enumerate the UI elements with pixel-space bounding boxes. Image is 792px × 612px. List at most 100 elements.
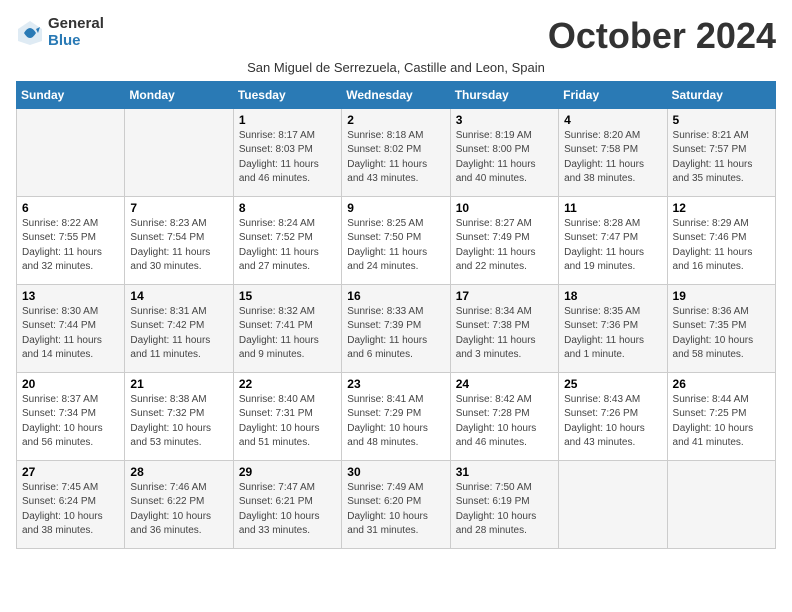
calendar-cell: 18Sunrise: 8:35 AM Sunset: 7:36 PM Dayli…: [559, 284, 667, 372]
day-number: 16: [347, 289, 444, 303]
calendar-cell: 8 Sunrise: 8:24 AM Sunset: 7:52 PM Daylig…: [233, 196, 341, 284]
calendar-cell: 19 Sunrise: 8:36 AM Sunset: 7:35 PM Dayli…: [667, 284, 775, 372]
logo-icon: [16, 19, 44, 47]
weekday-header-tuesday: Tuesday: [233, 81, 341, 108]
day-number: 30: [347, 465, 444, 479]
calendar-week-5: 27Sunrise: 7:45 AM Sunset: 6:24 PM Dayli…: [17, 460, 776, 548]
calendar-cell: 20 Sunrise: 8:37 AM Sunset: 7:34 PM Dayli…: [17, 372, 125, 460]
calendar-cell: 23 Sunrise: 8:41 AM Sunset: 7:29 PM Dayli…: [342, 372, 450, 460]
day-number: 10: [456, 201, 553, 215]
day-number: 15: [239, 289, 336, 303]
title-area: October 2024: [548, 16, 776, 56]
day-detail: Sunrise: 8:37 AM Sunset: 7:34 PM Dayligh…: [22, 394, 103, 449]
calendar-cell: 24 Sunrise: 8:42 AM Sunset: 7:28 PM Dayli…: [450, 372, 558, 460]
day-number: 23: [347, 377, 444, 391]
day-detail: Sunrise: 8:23 AM Sunset: 7:54 PM Dayligh…: [130, 218, 210, 273]
logo-blue: Blue: [48, 33, 104, 50]
day-detail: Sunrise: 8:17 AM Sunset: 8:03 PM Dayligh…: [239, 130, 319, 185]
day-detail: Sunrise: 7:46 AM Sunset: 6:22 PM Dayligh…: [130, 482, 211, 537]
weekday-header-thursday: Thursday: [450, 81, 558, 108]
calendar-week-1: 1 Sunrise: 8:17 AM Sunset: 8:03 PM Daylig…: [17, 108, 776, 196]
day-number: 17: [456, 289, 553, 303]
calendar-cell: 3 Sunrise: 8:19 AM Sunset: 8:00 PM Daylig…: [450, 108, 558, 196]
day-number: 1: [239, 113, 336, 127]
day-number: 7: [130, 201, 227, 215]
day-detail: Sunrise: 8:35 AM Sunset: 7:36 PM Dayligh…: [564, 306, 644, 361]
day-number: 31: [456, 465, 553, 479]
calendar-week-2: 6Sunrise: 8:22 AM Sunset: 7:55 PM Daylig…: [17, 196, 776, 284]
day-number: 2: [347, 113, 444, 127]
day-number: 26: [673, 377, 770, 391]
day-detail: Sunrise: 8:27 AM Sunset: 7:49 PM Dayligh…: [456, 218, 536, 273]
day-number: 22: [239, 377, 336, 391]
day-number: 24: [456, 377, 553, 391]
calendar-cell: 12Sunrise: 8:29 AM Sunset: 7:46 PM Dayli…: [667, 196, 775, 284]
calendar-cell: 17 Sunrise: 8:34 AM Sunset: 7:38 PM Dayli…: [450, 284, 558, 372]
calendar-cell: 13Sunrise: 8:30 AM Sunset: 7:44 PM Dayli…: [17, 284, 125, 372]
calendar-cell: [559, 460, 667, 548]
calendar-cell: 26 Sunrise: 8:44 AM Sunset: 7:25 PM Dayli…: [667, 372, 775, 460]
calendar-cell: 21Sunrise: 8:38 AM Sunset: 7:32 PM Dayli…: [125, 372, 233, 460]
day-detail: Sunrise: 8:18 AM Sunset: 8:02 PM Dayligh…: [347, 130, 427, 185]
day-detail: Sunrise: 8:33 AM Sunset: 7:39 PM Dayligh…: [347, 306, 427, 361]
day-detail: Sunrise: 8:32 AM Sunset: 7:41 PM Dayligh…: [239, 306, 319, 361]
calendar-week-3: 13Sunrise: 8:30 AM Sunset: 7:44 PM Dayli…: [17, 284, 776, 372]
calendar-cell: 9 Sunrise: 8:25 AM Sunset: 7:50 PM Daylig…: [342, 196, 450, 284]
weekday-header-saturday: Saturday: [667, 81, 775, 108]
day-number: 28: [130, 465, 227, 479]
day-number: 25: [564, 377, 661, 391]
day-number: 9: [347, 201, 444, 215]
day-number: 8: [239, 201, 336, 215]
weekday-header-row: SundayMondayTuesdayWednesdayThursdayFrid…: [17, 81, 776, 108]
calendar-cell: 25 Sunrise: 8:43 AM Sunset: 7:26 PM Dayli…: [559, 372, 667, 460]
day-detail: Sunrise: 8:40 AM Sunset: 7:31 PM Dayligh…: [239, 394, 320, 449]
calendar-cell: 30 Sunrise: 7:49 AM Sunset: 6:20 PM Dayli…: [342, 460, 450, 548]
day-detail: Sunrise: 7:49 AM Sunset: 6:20 PM Dayligh…: [347, 482, 428, 537]
calendar-week-4: 20 Sunrise: 8:37 AM Sunset: 7:34 PM Dayli…: [17, 372, 776, 460]
calendar-cell: 7 Sunrise: 8:23 AM Sunset: 7:54 PM Daylig…: [125, 196, 233, 284]
location-subtitle: San Miguel de Serrezuela, Castille and L…: [16, 60, 776, 75]
month-title: October 2024: [548, 16, 776, 56]
calendar-cell: 2 Sunrise: 8:18 AM Sunset: 8:02 PM Daylig…: [342, 108, 450, 196]
day-detail: Sunrise: 8:25 AM Sunset: 7:50 PM Dayligh…: [347, 218, 427, 273]
day-detail: Sunrise: 7:45 AM Sunset: 6:24 PM Dayligh…: [22, 482, 103, 537]
day-number: 20: [22, 377, 119, 391]
day-number: 19: [673, 289, 770, 303]
day-detail: Sunrise: 8:24 AM Sunset: 7:52 PM Dayligh…: [239, 218, 319, 273]
day-detail: Sunrise: 8:44 AM Sunset: 7:25 PM Dayligh…: [673, 394, 754, 449]
day-detail: Sunrise: 8:43 AM Sunset: 7:26 PM Dayligh…: [564, 394, 645, 449]
day-number: 11: [564, 201, 661, 215]
day-detail: Sunrise: 8:22 AM Sunset: 7:55 PM Dayligh…: [22, 218, 102, 273]
weekday-header-wednesday: Wednesday: [342, 81, 450, 108]
day-number: 29: [239, 465, 336, 479]
calendar-cell: 29Sunrise: 7:47 AM Sunset: 6:21 PM Dayli…: [233, 460, 341, 548]
day-detail: Sunrise: 8:19 AM Sunset: 8:00 PM Dayligh…: [456, 130, 536, 185]
day-detail: Sunrise: 8:21 AM Sunset: 7:57 PM Dayligh…: [673, 130, 753, 185]
calendar-cell: 1 Sunrise: 8:17 AM Sunset: 8:03 PM Daylig…: [233, 108, 341, 196]
calendar-cell: 11 Sunrise: 8:28 AM Sunset: 7:47 PM Dayli…: [559, 196, 667, 284]
calendar-cell: 22 Sunrise: 8:40 AM Sunset: 7:31 PM Dayli…: [233, 372, 341, 460]
page-header: General Blue October 2024: [16, 16, 776, 56]
day-number: 13: [22, 289, 119, 303]
calendar-cell: 31 Sunrise: 7:50 AM Sunset: 6:19 PM Dayli…: [450, 460, 558, 548]
calendar-cell: 27Sunrise: 7:45 AM Sunset: 6:24 PM Dayli…: [17, 460, 125, 548]
day-detail: Sunrise: 8:28 AM Sunset: 7:47 PM Dayligh…: [564, 218, 644, 273]
day-detail: Sunrise: 8:34 AM Sunset: 7:38 PM Dayligh…: [456, 306, 536, 361]
day-number: 14: [130, 289, 227, 303]
calendar-header: SundayMondayTuesdayWednesdayThursdayFrid…: [17, 81, 776, 108]
day-detail: Sunrise: 7:50 AM Sunset: 6:19 PM Dayligh…: [456, 482, 537, 537]
day-number: 4: [564, 113, 661, 127]
calendar-cell: 5Sunrise: 8:21 AM Sunset: 7:57 PM Daylig…: [667, 108, 775, 196]
weekday-header-monday: Monday: [125, 81, 233, 108]
day-number: 12: [673, 201, 770, 215]
day-number: 3: [456, 113, 553, 127]
day-detail: Sunrise: 8:41 AM Sunset: 7:29 PM Dayligh…: [347, 394, 428, 449]
calendar-cell: [125, 108, 233, 196]
calendar-cell: 14 Sunrise: 8:31 AM Sunset: 7:42 PM Dayli…: [125, 284, 233, 372]
day-detail: Sunrise: 8:31 AM Sunset: 7:42 PM Dayligh…: [130, 306, 210, 361]
day-detail: Sunrise: 8:36 AM Sunset: 7:35 PM Dayligh…: [673, 306, 754, 361]
calendar-cell: [17, 108, 125, 196]
weekday-header-sunday: Sunday: [17, 81, 125, 108]
day-detail: Sunrise: 8:42 AM Sunset: 7:28 PM Dayligh…: [456, 394, 537, 449]
calendar-cell: 16 Sunrise: 8:33 AM Sunset: 7:39 PM Dayli…: [342, 284, 450, 372]
